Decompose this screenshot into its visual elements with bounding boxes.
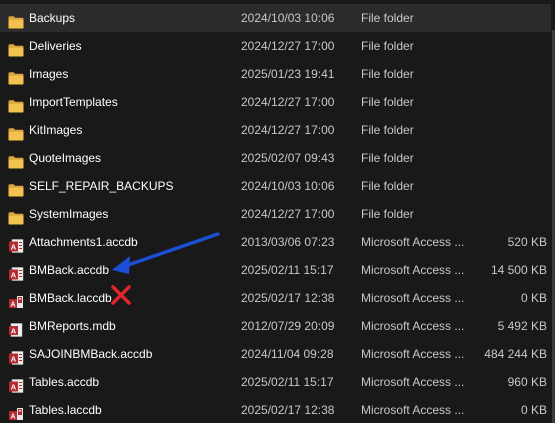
file-date-modified: 2025/02/17 12:38 bbox=[241, 291, 335, 305]
access-database-icon: A bbox=[8, 375, 24, 393]
access-database-icon: A bbox=[8, 235, 24, 253]
file-type: Microsoft Access ... bbox=[361, 263, 465, 277]
svg-text:A: A bbox=[11, 327, 17, 336]
file-type: Microsoft Access ... bbox=[361, 291, 465, 305]
file-date-modified: 2024/10/03 10:06 bbox=[241, 179, 335, 193]
file-type: Microsoft Access ... bbox=[361, 235, 465, 249]
file-size: 484 244 KB bbox=[484, 347, 547, 361]
file-name: Deliveries bbox=[29, 39, 82, 53]
svg-text:A: A bbox=[11, 243, 17, 252]
folder-icon bbox=[8, 179, 24, 197]
vertical-scrollbar[interactable] bbox=[551, 0, 555, 423]
file-name: SELF_REPAIR_BACKUPS bbox=[29, 179, 174, 193]
file-row[interactable]: A BMBack.accdb 2025/02/11 15:17 Microsoft A… bbox=[0, 256, 551, 284]
file-name: Attachments1.accdb bbox=[29, 235, 138, 249]
svg-text:A: A bbox=[10, 414, 15, 421]
folder-icon bbox=[8, 67, 24, 85]
file-name: Tables.laccdb bbox=[29, 403, 102, 417]
folder-icon bbox=[8, 151, 24, 169]
file-type: File folder bbox=[361, 67, 414, 81]
file-date-modified: 2025/02/07 09:43 bbox=[241, 151, 335, 165]
file-date-modified: 2013/03/06 07:23 bbox=[241, 235, 335, 249]
file-type: File folder bbox=[361, 123, 414, 137]
file-date-modified: 2024/11/04 09:28 bbox=[241, 347, 334, 361]
file-name: BMBack.accdb bbox=[29, 263, 110, 277]
file-type: Microsoft Access ... bbox=[361, 403, 465, 417]
file-row[interactable]: Deliveries 2024/12/27 17:00 File folder bbox=[0, 32, 551, 60]
file-name: SystemImages bbox=[29, 207, 109, 221]
file-date-modified: 2012/07/29 20:09 bbox=[241, 319, 335, 333]
file-row[interactable]: A BMBack.laccdb 2025/02/17 12:38 Microsoft … bbox=[0, 284, 551, 312]
file-type: File folder bbox=[361, 179, 414, 193]
svg-text:A: A bbox=[10, 302, 15, 309]
file-date-modified: 2025/01/23 19:41 bbox=[241, 67, 335, 81]
file-name: QuoteImages bbox=[29, 151, 102, 165]
file-size: 960 KB bbox=[507, 375, 547, 389]
file-type: File folder bbox=[361, 207, 414, 221]
file-type: Microsoft Access ... bbox=[361, 319, 465, 333]
file-date-modified: 2024/12/27 17:00 bbox=[241, 207, 335, 221]
file-type: File folder bbox=[361, 39, 414, 53]
file-name: ImportTemplates bbox=[29, 95, 118, 109]
file-name: Backups bbox=[29, 11, 76, 25]
file-row[interactable]: A Tables.accdb 2025/02/11 15:17 Microsoft A… bbox=[0, 368, 551, 396]
access-database-icon: A bbox=[8, 347, 24, 365]
file-name: BMReports.mdb bbox=[29, 319, 116, 333]
file-size: 0 KB bbox=[520, 403, 547, 417]
file-date-modified: 2025/02/11 15:17 bbox=[241, 375, 334, 389]
folder-icon bbox=[8, 207, 24, 225]
file-date-modified: 2025/02/17 12:38 bbox=[241, 403, 335, 417]
file-row[interactable]: Images 2025/01/23 19:41 File folder bbox=[0, 60, 551, 88]
file-row[interactable]: SystemImages 2024/12/27 17:00 File folder bbox=[0, 200, 551, 228]
file-date-modified: 2024/10/03 10:06 bbox=[241, 11, 335, 25]
file-size: 5 492 KB bbox=[497, 319, 547, 333]
file-list: Backups 2024/10/03 10:06 File folder Delive… bbox=[0, 0, 555, 423]
svg-text:A: A bbox=[11, 271, 17, 280]
file-row[interactable]: A Attachments1.accdb 2013/03/06 07:23 Micro… bbox=[0, 228, 551, 256]
file-row[interactable]: SELF_REPAIR_BACKUPS 2024/10/03 10:06 File … bbox=[0, 172, 551, 200]
access-lock-file-icon: A bbox=[8, 291, 24, 309]
file-name: Tables.accdb bbox=[29, 375, 100, 389]
folder-icon bbox=[8, 39, 24, 57]
file-size: 520 KB bbox=[507, 235, 547, 249]
file-row[interactable]: A Tables.laccdb 2025/02/17 12:38 Microsoft … bbox=[0, 396, 551, 423]
file-type: File folder bbox=[361, 95, 414, 109]
file-name: SAJOINBMBack.accdb bbox=[29, 347, 153, 361]
file-date-modified: 2024/12/27 17:00 bbox=[241, 39, 335, 53]
file-row[interactable]: Backups 2024/10/03 10:06 File folder bbox=[0, 4, 551, 32]
file-row[interactable]: A BMReports.mdb 2012/07/29 20:09 Microsoft … bbox=[0, 312, 551, 340]
folder-icon bbox=[8, 11, 24, 29]
access-database-icon: A bbox=[8, 263, 24, 281]
folder-icon bbox=[8, 123, 24, 141]
file-type: File folder bbox=[361, 11, 414, 25]
svg-text:A: A bbox=[11, 355, 17, 364]
file-size: 0 KB bbox=[520, 291, 547, 305]
file-name: KitImages bbox=[29, 123, 83, 137]
file-type: Microsoft Access ... bbox=[361, 347, 465, 361]
file-type: Microsoft Access ... bbox=[361, 375, 465, 389]
file-type: File folder bbox=[361, 151, 414, 165]
folder-icon bbox=[8, 95, 24, 113]
access-lock-file-icon: A bbox=[8, 403, 24, 421]
file-name: BMBack.laccdb bbox=[29, 291, 112, 305]
file-row[interactable]: A SAJOINBMBack.accdb 2024/11/04 09:28 Micro… bbox=[0, 340, 551, 368]
file-date-modified: 2025/02/11 15:17 bbox=[241, 263, 334, 277]
file-date-modified: 2024/12/27 17:00 bbox=[241, 123, 335, 137]
file-row[interactable]: ImportTemplates 2024/12/27 17:00 File fold… bbox=[0, 88, 551, 116]
file-size: 14 500 KB bbox=[490, 263, 547, 277]
access-mdb-icon: A bbox=[8, 319, 24, 337]
file-name: Images bbox=[29, 67, 69, 81]
file-row[interactable]: KitImages 2024/12/27 17:00 File folder bbox=[0, 116, 551, 144]
svg-text:A: A bbox=[11, 383, 17, 392]
file-date-modified: 2024/12/27 17:00 bbox=[241, 95, 335, 109]
file-row[interactable]: QuoteImages 2025/02/07 09:43 File folder bbox=[0, 144, 551, 172]
